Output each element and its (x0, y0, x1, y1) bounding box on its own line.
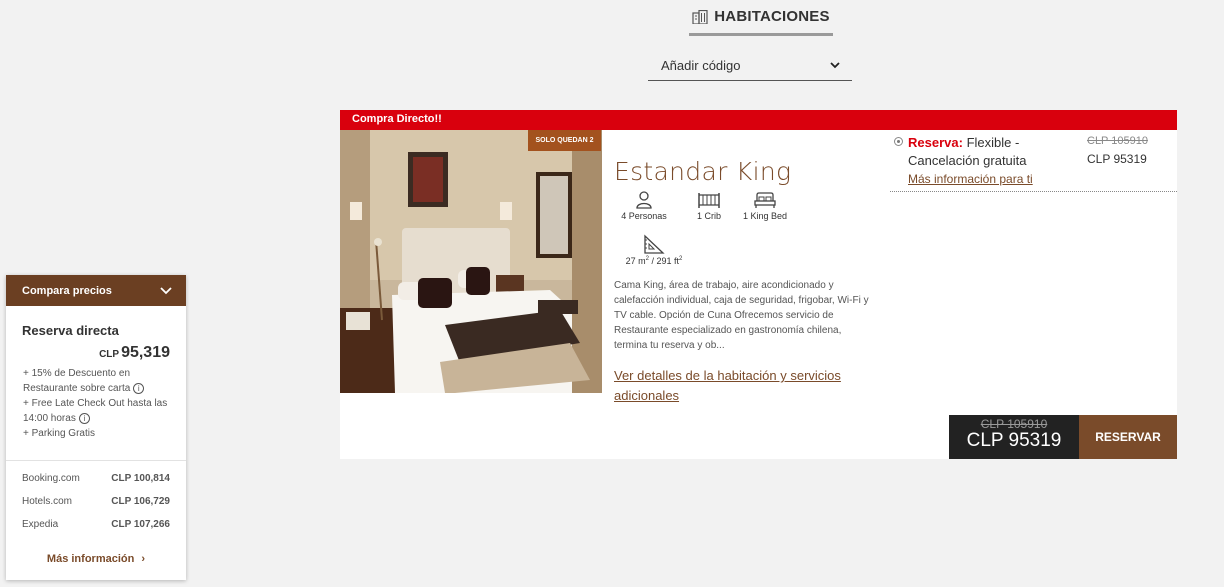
area-m2: 27 m (625, 256, 646, 266)
total-price-box: CLP 105910 CLP 95319 (949, 415, 1079, 459)
amenity-persons: 4 Personas (614, 191, 674, 221)
crib-icon (698, 193, 720, 208)
rate-old-price: CLP 105910 (1087, 135, 1148, 147)
direct-booking-price: CLP 95,319 (99, 344, 170, 362)
rate-text: Reserva: Flexible - Cancelación gratuita (908, 134, 1078, 170)
ota-name: Booking.com (22, 473, 80, 484)
direct-booking-title: Reserva directa (22, 323, 119, 338)
room-card: Compra Directo!! SOLO QUEDAN 2 Estandar … (340, 110, 1177, 459)
perk-item: + Parking Gratis (23, 426, 181, 441)
ota-name: Hotels.com (22, 496, 73, 507)
direct-purchase-banner: Compra Directo!! (340, 110, 1177, 130)
perk-item: + 15% de Descuento en Restaurante sobre … (23, 366, 181, 396)
promo-code-label: Añadir código (661, 57, 741, 73)
chevron-down-icon (160, 286, 172, 294)
rate-more-info-link[interactable]: Más información para ti (908, 172, 1033, 186)
amenity-area: 27 m2 / 291 ft2 (618, 234, 690, 266)
ota-price: CLP 106,729 (111, 496, 170, 507)
amenity-bed-label: 1 King Bed (742, 211, 788, 221)
perk-parking: + Parking Gratis (23, 428, 95, 439)
rate-radio[interactable] (894, 137, 903, 146)
reserve-button[interactable]: RESERVAR (1079, 415, 1177, 459)
promo-code-select[interactable]: Añadir código (648, 50, 852, 81)
total-new-price: CLP 95319 (966, 430, 1062, 451)
compare-prices-title: Compara precios (22, 284, 112, 297)
rooms-tab-label-wrap: HABITACIONES (692, 8, 830, 25)
more-info-link[interactable]: Más información › (6, 553, 186, 565)
rate-new-price: CLP 95319 (1087, 152, 1147, 166)
perk-discount: + 15% de Descuento en Restaurante sobre … (23, 368, 131, 394)
room-photo-image (340, 130, 602, 393)
ota-name: Expedia (22, 519, 59, 530)
info-icon[interactable]: i (78, 412, 90, 424)
direct-amount: 95,319 (121, 344, 170, 361)
rooms-tab[interactable]: HABITACIONES (689, 8, 833, 36)
bed-icon (754, 192, 776, 208)
room-description: Cama King, área de trabajo, aire acondic… (614, 280, 869, 351)
ruler-triangle-icon (644, 234, 665, 254)
area-ft2-sup: 2 (679, 256, 683, 262)
room-photo[interactable] (340, 130, 602, 393)
availability-badge: SOLO QUEDAN 2 (528, 130, 601, 151)
total-old-price: CLP 105910 (980, 417, 1048, 431)
compare-prices-header[interactable]: Compara precios (6, 275, 186, 306)
perk-item: + Free Late Check Out hasta las 14:00 ho… (23, 396, 181, 426)
ota-row: Hotels.com CLP 106,729 (22, 496, 170, 507)
amenity-crib-label: 1 Crib (696, 211, 721, 221)
amenity-bed: 1 King Bed (738, 191, 792, 221)
perk-late-checkout: + Free Late Check Out hasta las 14:00 ho… (23, 398, 168, 424)
amenity-crib: 1 Crib (684, 191, 734, 221)
chevron-down-icon (830, 61, 840, 68)
ota-price: CLP 100,814 (111, 473, 170, 484)
more-info-label: Más información (46, 553, 135, 565)
area-ft2: 291 ft (656, 256, 680, 266)
chevron-right-icon: › (141, 553, 146, 565)
direct-perks: + 15% de Descuento en Restaurante sobre … (23, 366, 181, 441)
info-icon[interactable]: i (133, 382, 145, 394)
ota-price: CLP 107,266 (111, 519, 170, 530)
person-icon (636, 191, 652, 209)
ota-row: Booking.com CLP 100,814 (22, 473, 170, 484)
amenity-area-label: 27 m2 / 291 ft2 (625, 256, 683, 266)
direct-currency: CLP (99, 349, 120, 360)
rooms-tab-underline (689, 33, 833, 36)
area-m2-sup: 2 (645, 256, 649, 262)
rooms-tab-label: HABITACIONES (714, 8, 830, 25)
room-details-link[interactable]: Ver detalles de la habitación y servicio… (614, 366, 854, 406)
building-icon (692, 9, 708, 24)
room-name: Estandar King (614, 157, 792, 186)
rate-label: Reserva: (908, 135, 963, 150)
ota-row: Expedia CLP 107,266 (22, 519, 170, 530)
divider (6, 460, 186, 461)
amenity-persons-label: 4 Personas (621, 211, 667, 221)
compare-prices-widget: Compara precios Reserva directa CLP 95,31… (6, 275, 186, 580)
rate-option[interactable]: Reserva: Flexible - Cancelación gratuita… (890, 132, 1177, 192)
